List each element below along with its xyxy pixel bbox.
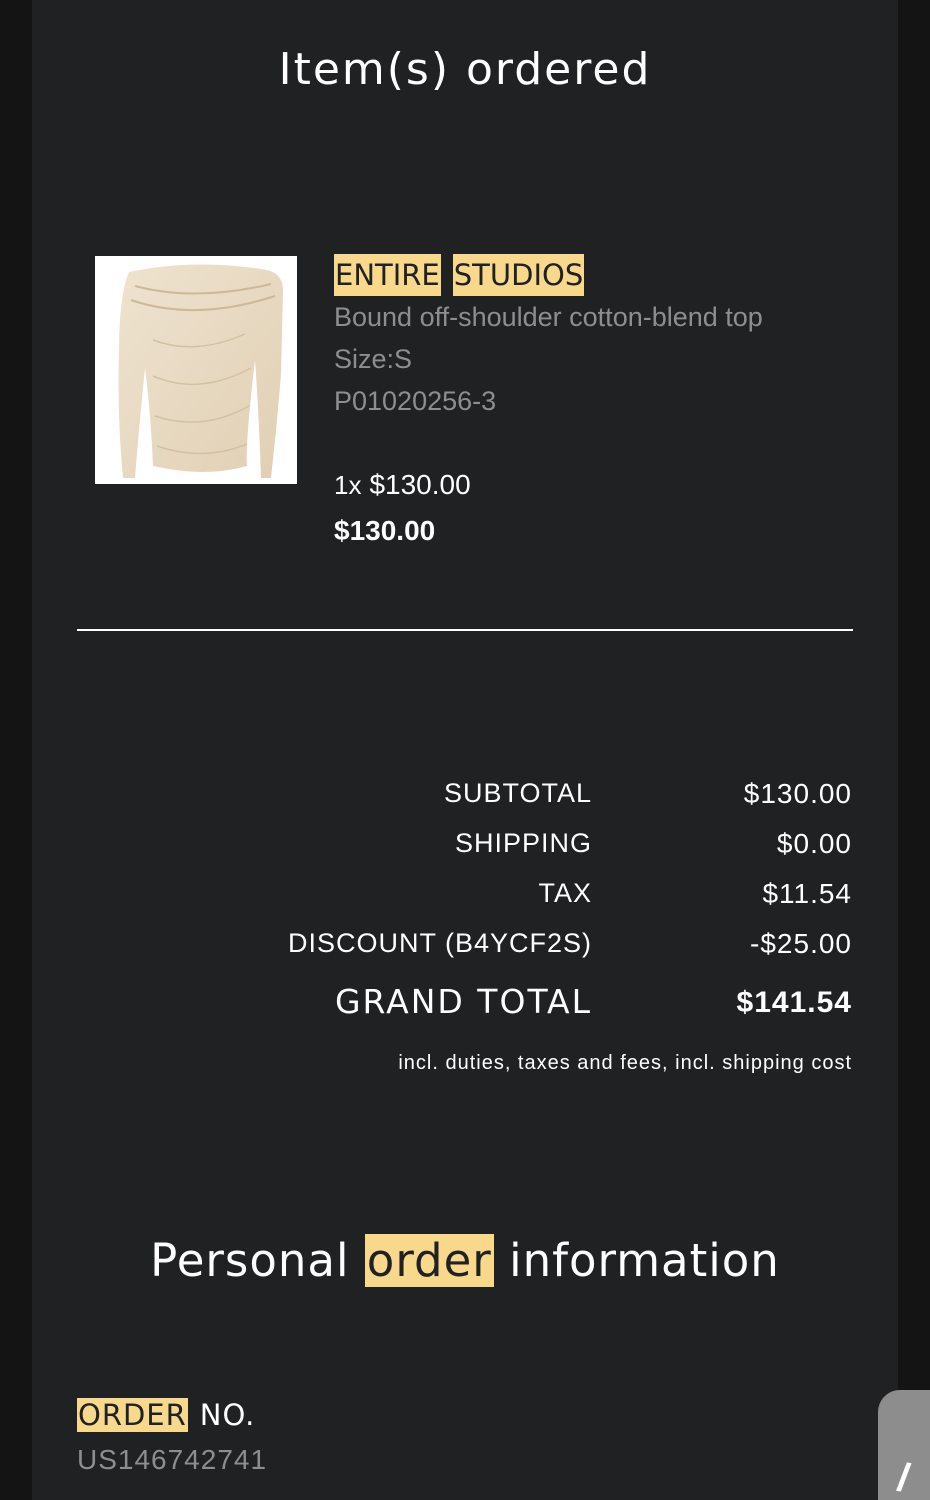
product-image[interactable] (95, 256, 297, 484)
tax-label: TAX (538, 878, 592, 908)
shipping-value: $0.00 (776, 828, 852, 859)
grand-total-value: $141.54 (736, 986, 852, 1019)
tax-value: $11.54 (762, 878, 852, 909)
off-shoulder-top-photo (118, 264, 283, 478)
grand-total-label: GRAND TOTAL (334, 982, 592, 1021)
order-number-value: US146742741 (77, 1444, 268, 1475)
personal-title-word-1: Personal (150, 1234, 350, 1287)
brand-word-2: STUDIOS (452, 254, 585, 296)
personal-title-highlight: order (364, 1234, 494, 1287)
subtotal-value: $130.00 (743, 778, 852, 809)
personal-title-word-3: information (509, 1234, 780, 1287)
unit-price: $130.00 (369, 469, 471, 500)
grand-total-row: GRAND TOTAL $141.54 (32, 982, 898, 1040)
product-size: Size:S (334, 344, 413, 374)
personal-info-title: Personal order information (32, 1234, 898, 1287)
chat-glyph: / (894, 1455, 913, 1500)
order-number-label: ORDER NO. (77, 1398, 255, 1432)
subtotal-label: SUBTOTAL (443, 778, 592, 808)
discount-label: DISCOUNT (B4YCF2S) (287, 928, 592, 958)
quantity-price-line: 1x $130.00 (334, 462, 874, 508)
tax-row: TAX $11.54 (32, 878, 898, 928)
product-sku: P01020256-3 (334, 386, 497, 416)
section-divider (77, 629, 853, 631)
product-details: ENTIRE STUDIOS Bound off-shoulder cotton… (334, 254, 874, 554)
chat-bubble-icon[interactable]: / (878, 1390, 930, 1500)
order-label-rest: NO. (199, 1398, 256, 1432)
brand-word-1: ENTIRE (334, 254, 441, 296)
product-quantity: 1x (334, 470, 362, 500)
order-totals: SUBTOTAL $130.00 SHIPPING $0.00 TAX $11.… (32, 778, 898, 1040)
items-ordered-title: Item(s) ordered (278, 44, 652, 95)
product-name[interactable]: Bound off-shoulder cotton-blend top (334, 296, 874, 338)
shipping-label: SHIPPING (454, 828, 592, 858)
totals-note: incl. duties, taxes and fees, incl. ship… (398, 1052, 852, 1074)
order-email-panel: Item(s) ordered ENTIRE STUDIOS Bound off… (32, 0, 898, 1500)
line-total: $130.00 (334, 515, 436, 546)
subtotal-row: SUBTOTAL $130.00 (32, 778, 898, 828)
discount-value: -$25.00 (750, 928, 852, 959)
product-brand[interactable]: ENTIRE STUDIOS (334, 254, 874, 296)
order-label-highlight: ORDER (77, 1398, 188, 1432)
discount-row: DISCOUNT (B4YCF2S) -$25.00 (32, 928, 898, 978)
shipping-row: SHIPPING $0.00 (32, 828, 898, 878)
